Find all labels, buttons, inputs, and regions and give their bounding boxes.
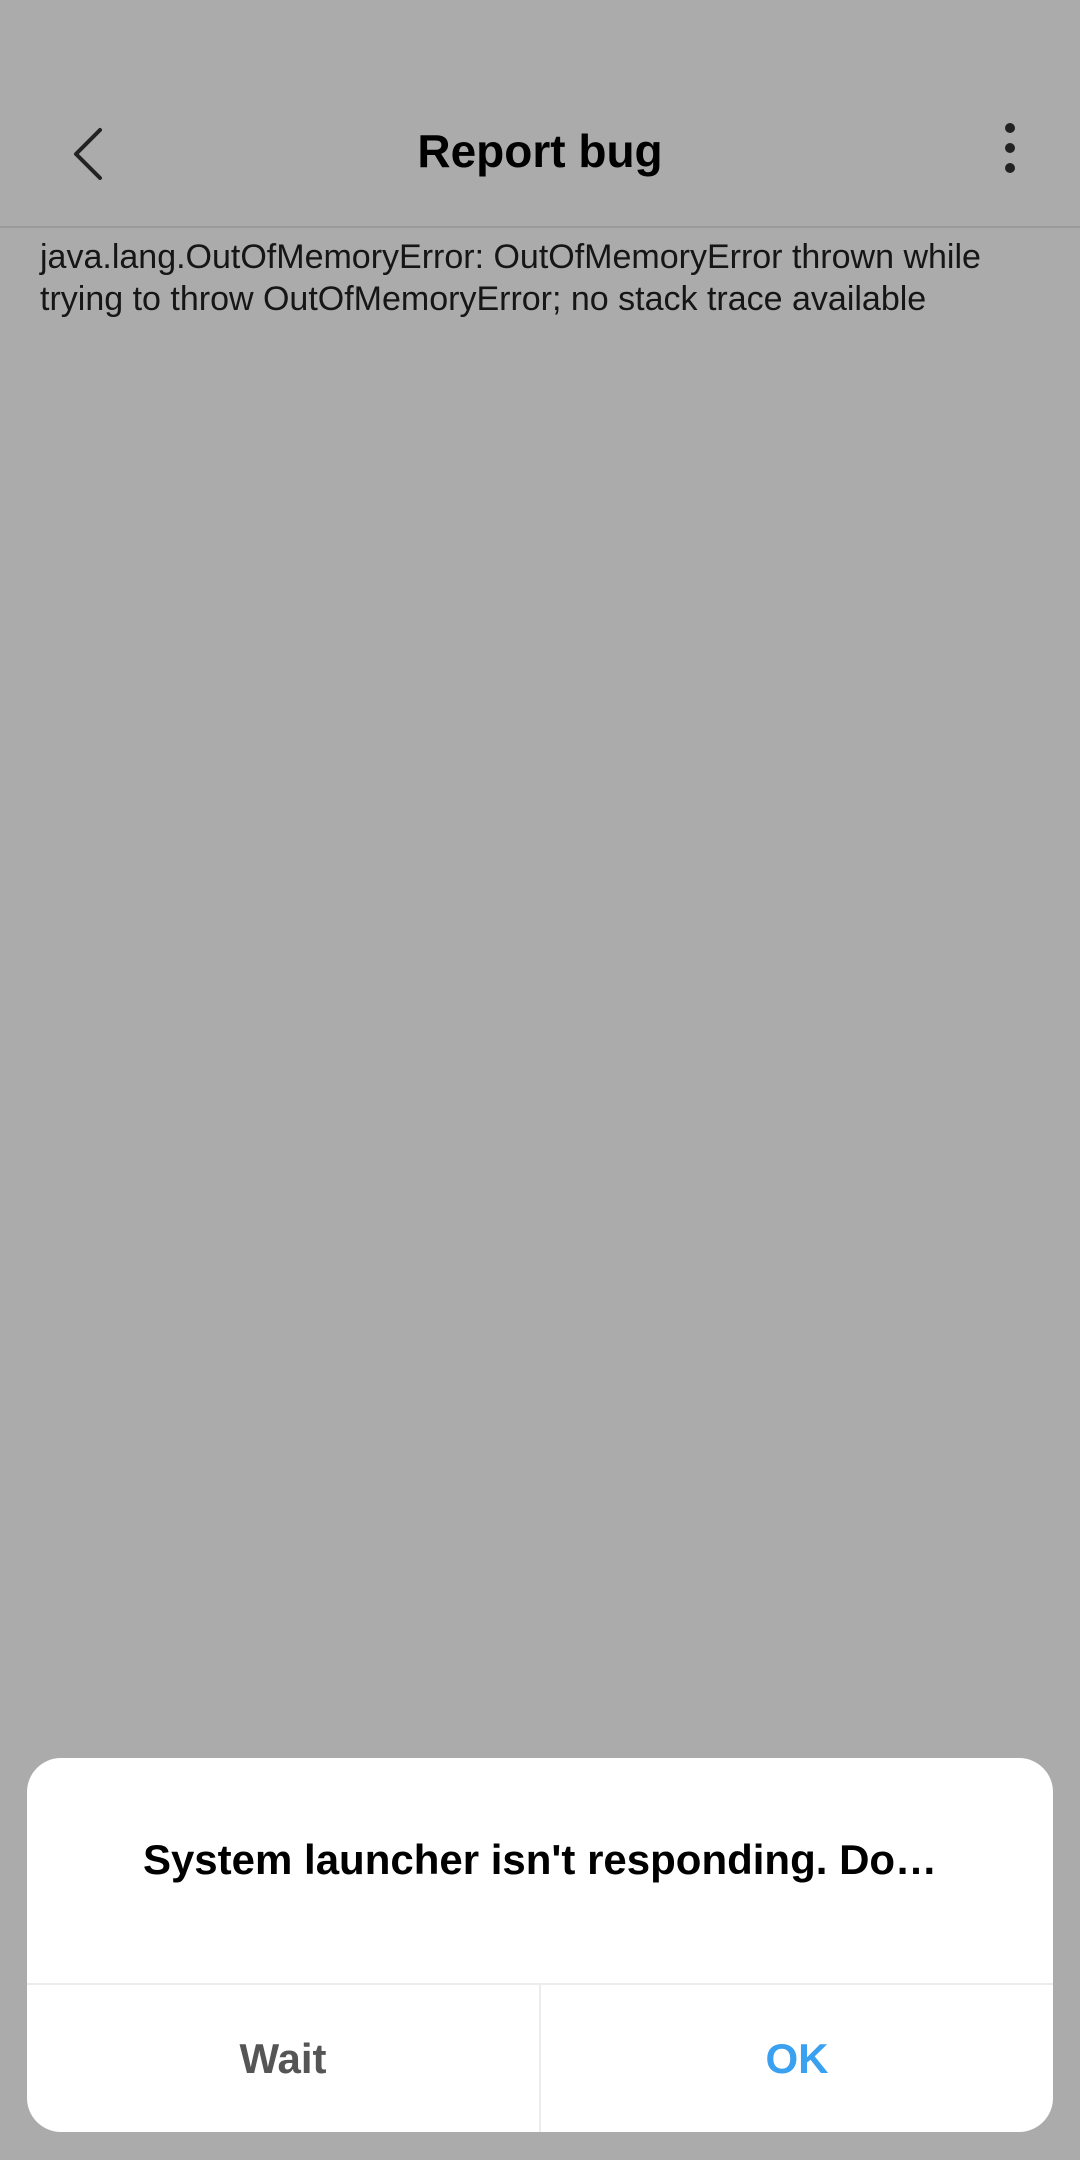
wait-button[interactable]: Wait <box>27 1985 539 2132</box>
dialog-message: System launcher isn't responding. Do… <box>142 1836 938 1883</box>
ok-button[interactable]: OK <box>541 1985 1053 2132</box>
not-responding-dialog: System launcher isn't responding. Do… Wa… <box>27 1758 1053 2132</box>
